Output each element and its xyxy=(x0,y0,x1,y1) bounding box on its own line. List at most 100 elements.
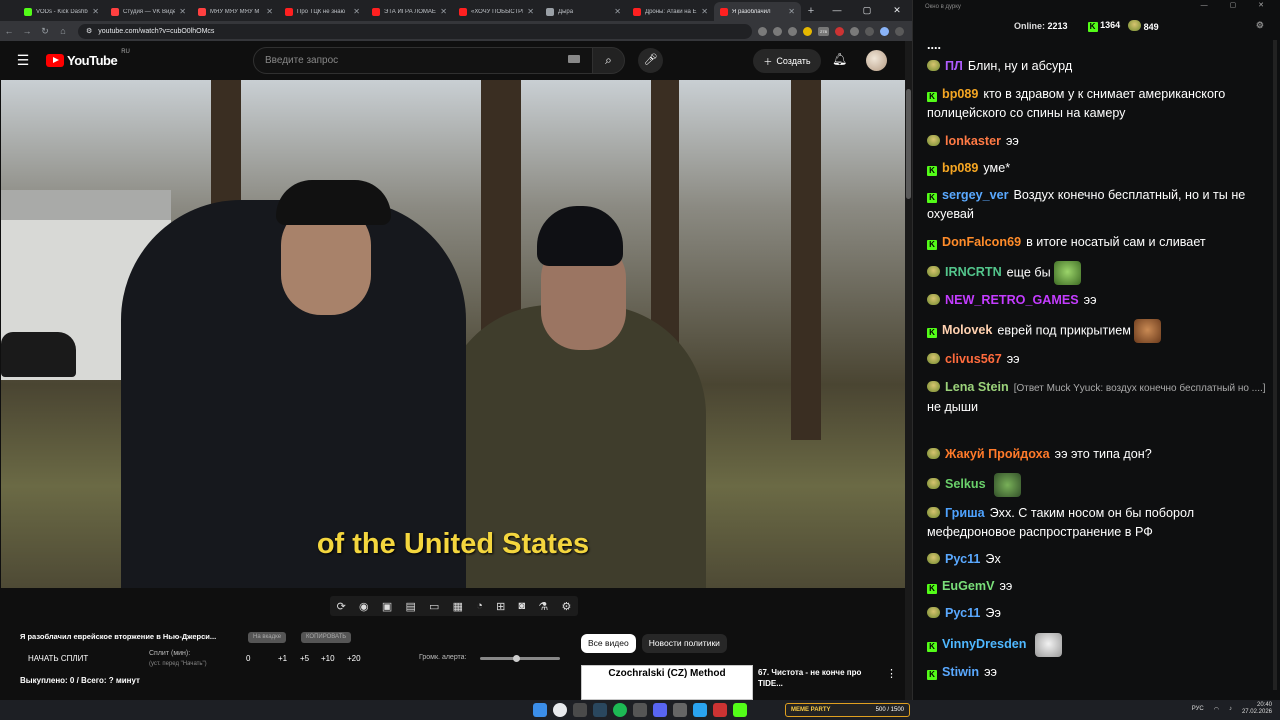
app-icon[interactable] xyxy=(673,703,687,717)
browser-tab[interactable]: «ХОЧУ ПОБЫСТРЕ ✕ xyxy=(453,2,540,21)
microphone-icon[interactable]: 🎤︎ xyxy=(638,48,663,73)
browser-tab[interactable]: Дыра ✕ xyxy=(540,2,627,21)
browser-tab[interactable]: VODs - Kick Dashb ✕ xyxy=(18,2,105,21)
close-icon[interactable]: ✕ xyxy=(882,0,912,20)
tab-close-icon[interactable]: ✕ xyxy=(614,7,621,16)
split-add-20[interactable]: +20 xyxy=(347,654,361,663)
split-add-5[interactable]: +5 xyxy=(300,654,309,663)
tab-close-icon[interactable]: ✕ xyxy=(701,7,708,16)
extension-red-icon[interactable] xyxy=(835,26,844,36)
star-icon[interactable] xyxy=(788,26,797,36)
chat-username[interactable]: NEW_RETRO_GAMES xyxy=(945,293,1079,307)
forward-icon[interactable]: → xyxy=(18,26,36,36)
chat-scrollbar[interactable] xyxy=(1273,40,1277,690)
new-tab-icon[interactable]: + xyxy=(801,2,821,21)
browser-tab[interactable]: ЭТА ИГРА ЛОМАЕ ✕ xyxy=(366,2,453,21)
chat-username[interactable]: VinnyDresden xyxy=(942,637,1026,651)
edge-icon[interactable] xyxy=(573,703,587,717)
back-icon[interactable]: ← xyxy=(0,26,18,36)
extension-badge[interactable]: 278 xyxy=(818,26,829,36)
url-field[interactable]: ⚙ youtube.com/watch?v=cubO0lhOMcs xyxy=(78,23,752,39)
chat-username[interactable]: bp089 xyxy=(942,161,978,175)
tab-close-icon[interactable]: ✕ xyxy=(527,7,534,16)
slider-thumb[interactable] xyxy=(512,655,520,662)
kick-app-icon[interactable] xyxy=(733,703,747,717)
chat-username[interactable]: Molovek xyxy=(942,323,992,337)
gear-icon[interactable]: ⚙ xyxy=(561,600,571,613)
youtube-logo[interactable]: YouTube RU xyxy=(46,49,130,68)
tab-close-icon[interactable]: ✕ xyxy=(92,7,99,16)
chat-settings-icon[interactable]: ⚙ xyxy=(1256,20,1264,31)
steam-icon[interactable] xyxy=(593,703,607,717)
speed-icon[interactable]: ◔ xyxy=(476,600,483,612)
chat-username[interactable]: Гриша xyxy=(945,506,985,520)
picture-in-picture-icon[interactable]: ▭ xyxy=(429,600,439,613)
chat-username[interactable]: lonkaster xyxy=(945,134,1001,148)
split-add-10[interactable]: +10 xyxy=(321,654,335,663)
tab-close-icon[interactable]: ✕ xyxy=(353,7,360,16)
start-split-button[interactable]: НАЧАТЬ СПЛИТ xyxy=(28,654,88,663)
chat-username[interactable]: ПЛ xyxy=(945,59,963,73)
keyboard-icon[interactable] xyxy=(568,55,580,63)
tab-close-icon[interactable]: ✕ xyxy=(788,7,795,16)
split-value[interactable]: 0 xyxy=(246,654,250,663)
chat-username[interactable]: DonFalcon69 xyxy=(942,235,1021,249)
split-add-1[interactable]: +1 xyxy=(278,654,287,663)
browser-tab[interactable]: МЯУ МЯУ МЯУ М ✕ xyxy=(192,2,279,21)
chat-username[interactable]: sergey_ver xyxy=(942,188,1009,202)
puzzle-icon[interactable] xyxy=(850,26,859,36)
chat-username[interactable]: Рус11 xyxy=(945,552,980,566)
tab-close-icon[interactable]: ✕ xyxy=(179,7,186,16)
clip-icon[interactable]: ▦ xyxy=(453,600,463,613)
search-input[interactable]: Введите запрос xyxy=(253,47,593,74)
chat-username[interactable]: Stiwin xyxy=(942,665,979,679)
tab-close-icon[interactable]: ✕ xyxy=(440,7,447,16)
browser-tab[interactable]: Дроны: Атаки на Е ✕ xyxy=(627,2,714,21)
extension-coin-icon[interactable] xyxy=(803,26,812,36)
chat-username[interactable]: EuGemV xyxy=(942,579,995,593)
video-player[interactable]: of the United States xyxy=(1,80,905,588)
broadcast-icon[interactable]: ◉ xyxy=(359,600,369,613)
copy-button[interactable]: КОПИРОВАТЬ xyxy=(301,632,352,643)
obs-icon[interactable] xyxy=(713,703,727,717)
chat-username[interactable]: clivus567 xyxy=(945,352,1002,366)
film-icon[interactable]: ▤ xyxy=(405,600,415,613)
lang-indicator[interactable]: РУС xyxy=(1192,706,1204,712)
maximize-icon[interactable]: ▢ xyxy=(852,0,882,20)
browser-tab[interactable]: Студия — VK Видео ✕ xyxy=(105,2,192,21)
browser-tab[interactable]: Я разоблачил ✕ xyxy=(714,2,801,21)
downloads-icon[interactable] xyxy=(865,26,874,36)
meme-party-widget[interactable]: MEME PARTY 500 / 1500 xyxy=(785,703,910,717)
wifi-icon[interactable]: ◠ xyxy=(1214,706,1219,713)
create-button[interactable]: ＋ Создать xyxy=(753,49,821,73)
chat-username[interactable]: bp089 xyxy=(942,87,978,101)
volume-icon[interactable]: ♪ xyxy=(1229,706,1232,712)
home-icon[interactable]: ⌂ xyxy=(54,26,72,36)
minimize-icon[interactable]: — xyxy=(822,0,852,20)
more-options-icon[interactable]: ⋮ xyxy=(886,667,897,680)
profile-icon[interactable] xyxy=(880,26,889,36)
discord-icon[interactable] xyxy=(653,703,667,717)
settings-film-icon[interactable]: ▣ xyxy=(382,600,392,613)
hamburger-menu-icon[interactable]: ☰ xyxy=(0,52,46,69)
telegram-icon[interactable] xyxy=(693,703,707,717)
tab-pill[interactable]: На вкадке xyxy=(248,632,287,643)
site-info-icon[interactable]: ⚙ xyxy=(86,27,92,35)
app-icon[interactable] xyxy=(633,703,647,717)
browser-tab[interactable]: Про ТЦК не знаю ✕ xyxy=(279,2,366,21)
chip-politics-news[interactable]: Новости политики xyxy=(641,634,727,653)
lens-icon[interactable] xyxy=(758,26,767,36)
menu-dots-icon[interactable] xyxy=(895,26,904,36)
flask-icon[interactable]: ⚗ xyxy=(538,600,548,613)
video-thumbnail[interactable]: Czochralski (CZ) Method xyxy=(581,665,753,700)
clock[interactable]: 20:40 27.02.2026 xyxy=(1242,702,1272,716)
tab-close-icon[interactable]: ✕ xyxy=(266,7,273,16)
alert-volume-slider[interactable] xyxy=(480,655,560,662)
loop-icon[interactable]: ⟳ xyxy=(337,600,346,613)
recommended-video[interactable]: Czochralski (CZ) Method 67. Чистота - не… xyxy=(581,665,901,700)
page-scrollbar[interactable] xyxy=(905,41,912,700)
spotify-icon[interactable] xyxy=(613,703,627,717)
reload-icon[interactable]: ↻ xyxy=(36,26,54,37)
start-icon[interactable] xyxy=(533,703,547,717)
chat-username[interactable]: Lena Stein xyxy=(945,380,1009,394)
